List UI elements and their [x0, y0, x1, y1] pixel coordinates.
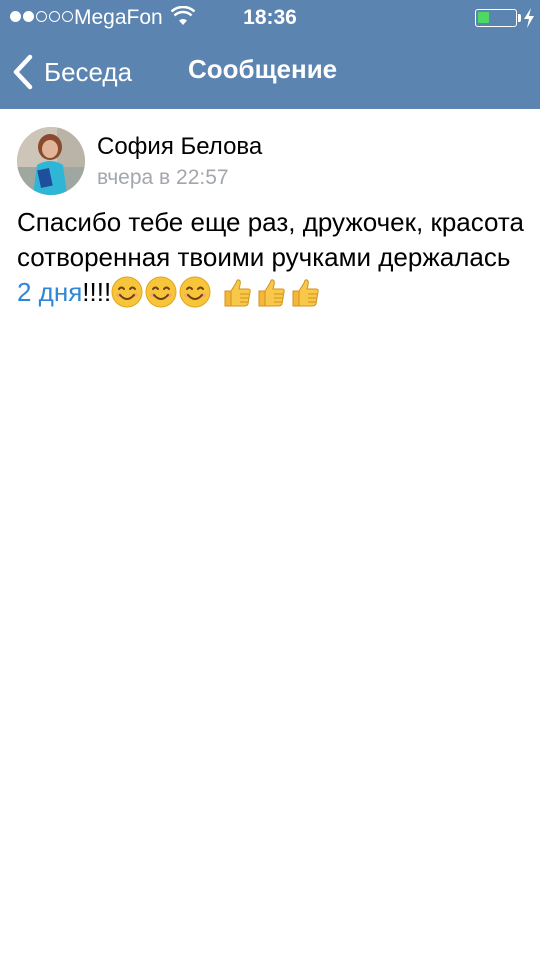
smiling-face-emoji	[179, 276, 211, 308]
avatar[interactable]	[17, 127, 85, 195]
message-text: Спасибо тебе еще раз, дружочек, красота …	[17, 207, 525, 272]
battery-tip	[518, 14, 521, 22]
top-bar: MegaFon 18:36 Беседа Сообщение	[0, 0, 540, 109]
back-button[interactable]: Беседа	[12, 52, 132, 92]
chevron-left-icon	[13, 54, 33, 90]
avatar-photo	[17, 127, 85, 195]
message-text-suffix: !!!!	[82, 277, 112, 307]
status-bar: MegaFon 18:36	[0, 0, 540, 36]
page-title: Сообщение	[188, 54, 338, 84]
message-timestamp: вчера в 22:57	[97, 166, 229, 189]
back-button-label: Беседа	[44, 56, 133, 87]
battery-icon	[475, 9, 517, 27]
navigation-bar: Беседа Сообщение	[0, 36, 540, 109]
battery-level-fill	[478, 12, 489, 23]
thumbs-up-emoji	[292, 279, 319, 307]
thumbs-up-emoji	[258, 279, 285, 307]
thumbs-up-emoji	[224, 279, 251, 307]
charging-bolt-icon	[524, 8, 534, 28]
author-name[interactable]: София Белова	[97, 133, 262, 161]
message-link[interactable]: 2 дня	[17, 277, 82, 307]
smiling-face-emoji	[145, 276, 177, 308]
status-time: 18:36	[243, 6, 297, 29]
smiling-face-emoji	[111, 276, 143, 308]
message-body: Спасибо тебе еще раз, дружочек, красота …	[17, 205, 527, 310]
